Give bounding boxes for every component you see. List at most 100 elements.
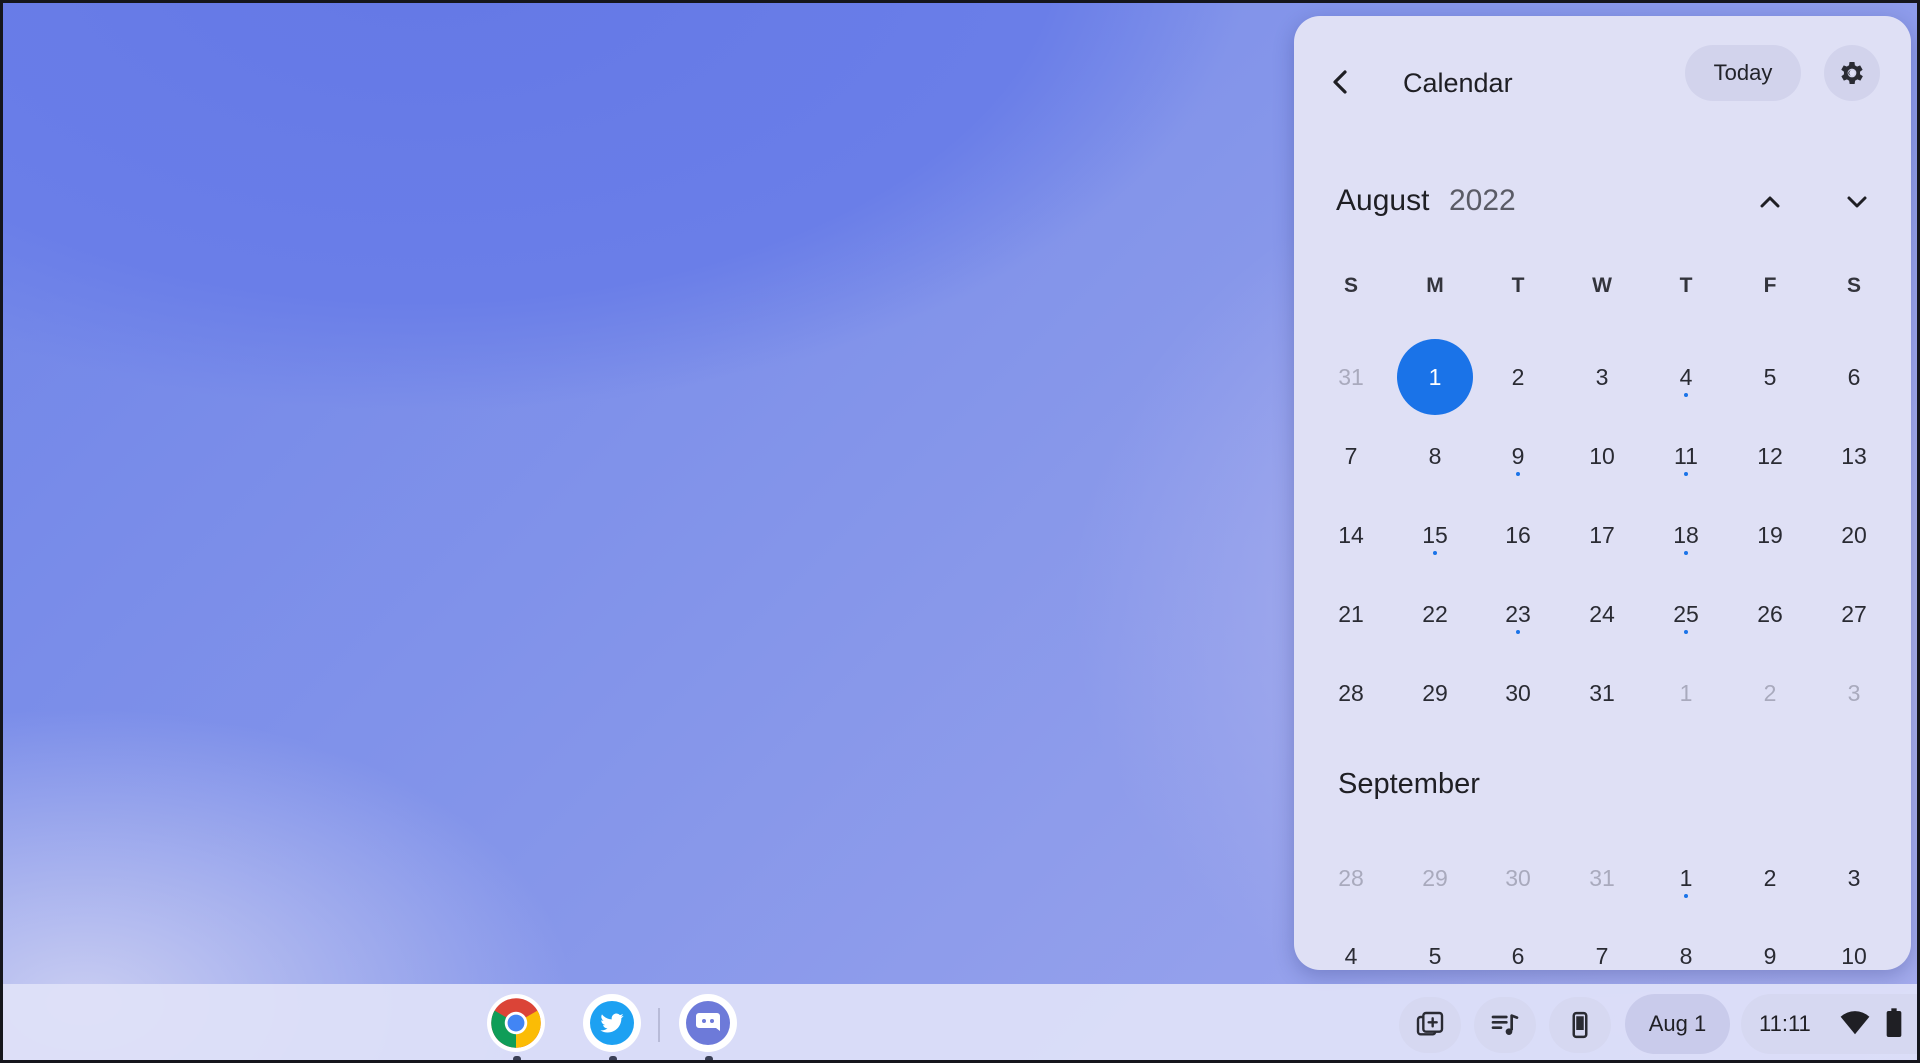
date-cell[interactable]: 8 [1647, 936, 1725, 970]
twitter-app-button[interactable] [583, 994, 641, 1052]
date-number: 6 [1511, 943, 1525, 969]
next-month-button[interactable] [1839, 184, 1875, 220]
chevron-left-icon [1333, 70, 1347, 94]
date-cell[interactable]: 10 [1815, 936, 1893, 970]
date-cell[interactable]: 29 [1396, 673, 1474, 713]
date-cell[interactable]: 4 [1312, 936, 1390, 970]
date-cell[interactable]: 1 [1647, 673, 1725, 713]
today-button[interactable]: Today [1685, 45, 1801, 101]
week-row: 4 5 6 7 8 9 10 [1294, 936, 1911, 970]
date-cell[interactable]: 12 [1731, 436, 1809, 476]
date-cell[interactable]: 3 [1815, 858, 1893, 898]
date-cell[interactable]: 4 [1647, 357, 1725, 397]
desktop-frame: Calendar Today August 2022 S M T W T F S… [0, 0, 1920, 1063]
date-cell[interactable]: 28 [1312, 673, 1390, 713]
date-cell[interactable]: 6 [1815, 357, 1893, 397]
year-label: 2022 [1449, 184, 1516, 217]
event-indicator-dot [1684, 393, 1688, 397]
date-cell[interactable]: 9 [1731, 936, 1809, 970]
screen-capture-button[interactable] [1399, 997, 1461, 1053]
event-indicator-dot [1684, 472, 1688, 476]
week-row: 21 22 23 24 25 26 27 [1294, 594, 1911, 634]
app-running-indicator [513, 1056, 521, 1060]
date-number: 9 [1763, 943, 1777, 969]
date-cell[interactable]: 2 [1731, 858, 1809, 898]
date-cell[interactable]: 24 [1563, 594, 1641, 634]
date-cell[interactable]: 28 [1312, 858, 1390, 898]
date-cell[interactable]: 1 [1647, 858, 1725, 898]
date-cell[interactable]: 19 [1731, 515, 1809, 555]
date-cell[interactable]: 30 [1479, 858, 1557, 898]
chrome-app-button[interactable] [487, 994, 545, 1052]
date-number: 27 [1841, 601, 1867, 627]
date-cell[interactable]: 5 [1731, 357, 1809, 397]
date-cell[interactable]: 2 [1731, 673, 1809, 713]
date-cell[interactable]: 3 [1563, 357, 1641, 397]
date-cell[interactable]: 26 [1731, 594, 1809, 634]
date-cell[interactable]: 23 [1479, 594, 1557, 634]
date-number: 26 [1757, 601, 1783, 627]
discord-app-button[interactable] [679, 994, 737, 1052]
screen-capture-icon [1416, 1011, 1444, 1036]
date-cell[interactable]: 5 [1396, 936, 1474, 970]
date-cell[interactable]: 29 [1396, 858, 1474, 898]
date-number: 20 [1841, 522, 1867, 548]
date-cell[interactable]: 30 [1479, 673, 1557, 713]
date-cell[interactable]: 16 [1479, 515, 1557, 555]
wifi-icon [1840, 1011, 1870, 1035]
date-cell[interactable]: 3 [1815, 673, 1893, 713]
system-status-area[interactable]: 11:11 [1741, 994, 1917, 1054]
date-cell[interactable]: 22 [1396, 594, 1474, 634]
date-cell[interactable]: 25 [1647, 594, 1725, 634]
date-number: 8 [1679, 943, 1693, 969]
date-cell[interactable]: 9 [1479, 436, 1557, 476]
date-number: 29 [1422, 865, 1448, 891]
date-cell[interactable]: 15 [1396, 515, 1474, 555]
dow-label: T [1679, 274, 1693, 297]
date-cell[interactable]: 27 [1815, 594, 1893, 634]
previous-month-button[interactable] [1752, 184, 1788, 220]
date-cell[interactable]: 11 [1647, 436, 1725, 476]
dow-label: F [1763, 274, 1777, 297]
settings-button[interactable] [1824, 45, 1880, 101]
week-row: 31 1 2 3 4 5 6 [1294, 339, 1911, 415]
event-indicator-dot [1684, 630, 1688, 634]
selected-date-cell[interactable]: 1 [1396, 339, 1474, 415]
date-cell[interactable]: 10 [1563, 436, 1641, 476]
date-cell[interactable]: 13 [1815, 436, 1893, 476]
date-cell[interactable]: 2 [1479, 357, 1557, 397]
date-number: 23 [1505, 601, 1531, 627]
date-number: 28 [1338, 680, 1364, 706]
discord-icon [686, 1001, 730, 1045]
chevron-up-icon [1760, 196, 1780, 208]
back-button[interactable] [1324, 62, 1358, 102]
date-number: 4 [1344, 943, 1358, 969]
date-number: 8 [1428, 443, 1442, 469]
media-controls-button[interactable] [1474, 997, 1536, 1053]
twitter-icon [590, 1001, 634, 1045]
date-tray-button[interactable]: Aug 1 [1625, 994, 1730, 1054]
day-of-week-header: S M T W T F S [1294, 266, 1911, 306]
week-row: 14 15 16 17 18 19 20 [1294, 515, 1911, 555]
date-number: 2 [1511, 364, 1525, 390]
date-cell[interactable]: 7 [1312, 436, 1390, 476]
date-cell[interactable]: 31 [1312, 357, 1390, 397]
date-cell[interactable]: 7 [1563, 936, 1641, 970]
date-cell[interactable]: 20 [1815, 515, 1893, 555]
date-cell[interactable]: 6 [1479, 936, 1557, 970]
date-cell[interactable]: 31 [1563, 673, 1641, 713]
date-cell[interactable]: 8 [1396, 436, 1474, 476]
date-cell[interactable]: 18 [1647, 515, 1725, 555]
dow-label: T [1511, 274, 1525, 297]
date-cell[interactable]: 14 [1312, 515, 1390, 555]
phone-hub-button[interactable] [1549, 997, 1611, 1053]
phone-icon [1572, 1011, 1588, 1039]
date-cell[interactable]: 31 [1563, 858, 1641, 898]
app-running-indicator [609, 1056, 617, 1060]
date-cell[interactable]: 17 [1563, 515, 1641, 555]
event-indicator-dot [1433, 551, 1437, 555]
date-number: 13 [1841, 443, 1867, 469]
date-number: 30 [1505, 680, 1531, 706]
date-number: 1 [1428, 364, 1442, 390]
date-cell[interactable]: 21 [1312, 594, 1390, 634]
